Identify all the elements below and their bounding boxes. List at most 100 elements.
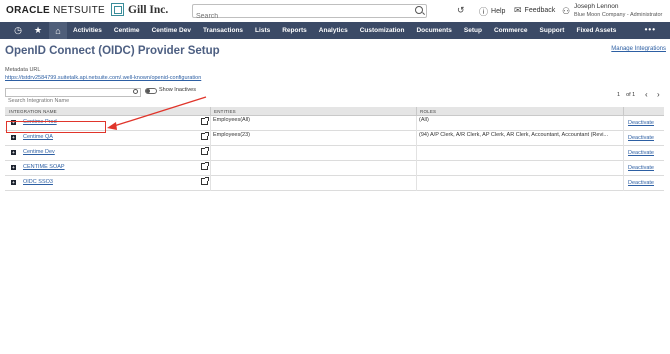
deactivate-link[interactable]: Deactivate: [628, 135, 654, 141]
show-inactives-toggle[interactable]: [145, 88, 157, 94]
pager-total: of 1: [626, 92, 636, 98]
main-nav: ◷ ★ ⌂ Activities Centime Centime Dev Tra…: [0, 22, 670, 39]
global-search[interactable]: [192, 4, 427, 23]
column-divider: [623, 116, 624, 131]
nav-item-activities[interactable]: Activities: [73, 27, 102, 34]
pager: 1 of 1: [617, 92, 635, 98]
roles-cell: (94) A/P Clerk, A/R Clerk, AP Clerk, AR …: [419, 132, 609, 138]
help-icon: ⓘ: [479, 7, 489, 17]
column-divider: [210, 131, 211, 146]
nav-menu: Activities Centime Centime Dev Transacti…: [73, 22, 628, 39]
column-divider: [623, 161, 624, 176]
history-icon[interactable]: ↺: [457, 5, 468, 16]
pager-current[interactable]: 1: [617, 92, 620, 98]
nav-item-commerce[interactable]: Commerce: [494, 27, 528, 34]
deactivate-link[interactable]: Deactivate: [628, 120, 654, 126]
column-divider: [416, 161, 417, 176]
integration-name-link[interactable]: OIDC SSO3: [23, 179, 53, 185]
nav-item-lists[interactable]: Lists: [255, 27, 270, 34]
more-menu-icon[interactable]: •••: [645, 25, 656, 34]
table-row: + Centime Dev Deactivate: [5, 146, 664, 161]
user-name: Joseph Lennon: [574, 3, 619, 10]
global-search-input[interactable]: [193, 10, 408, 23]
column-divider: [416, 146, 417, 161]
deactivate-link[interactable]: Deactivate: [628, 150, 654, 156]
nav-item-customization[interactable]: Customization: [360, 27, 405, 34]
integrations-table: INTEGRATION NAME ENTITIES ROLES + Centim…: [5, 107, 664, 191]
user-role: Blue Moon Company - Administrator: [574, 12, 663, 18]
deactivate-link[interactable]: Deactivate: [628, 180, 654, 186]
column-divider: [210, 107, 211, 116]
nav-item-transactions[interactable]: Transactions: [203, 27, 243, 34]
nav-item-fixed-assets[interactable]: Fixed Assets: [576, 27, 616, 34]
help-label: Help: [491, 8, 506, 15]
table-row: + Centime QA Employees(23) (94) A/P Cler…: [5, 131, 664, 146]
nav-item-support[interactable]: Support: [540, 27, 565, 34]
expand-icon[interactable]: +: [11, 150, 16, 155]
show-inactives-label: Show Inactives: [159, 87, 196, 93]
integration-name-link[interactable]: CENTIME SOAP: [23, 164, 65, 170]
annotation-highlight-box: [6, 121, 106, 133]
column-divider: [416, 116, 417, 131]
column-divider: [623, 176, 624, 191]
column-divider: [210, 146, 211, 161]
column-divider: [416, 176, 417, 191]
integration-search-input[interactable]: [6, 97, 131, 105]
logo-oracle-text: ORACLE: [6, 5, 51, 16]
integration-name-link[interactable]: Centime QA: [23, 134, 53, 140]
nav-item-analytics[interactable]: Analytics: [319, 27, 348, 34]
external-link-icon[interactable]: [201, 162, 209, 170]
col-header-roles[interactable]: ROLES: [420, 109, 436, 114]
expand-icon[interactable]: +: [11, 165, 16, 170]
nav-item-reports[interactable]: Reports: [282, 27, 307, 34]
column-divider: [623, 107, 624, 116]
table-row: + CENTIME SOAP Deactivate: [5, 161, 664, 176]
nav-item-setup[interactable]: Setup: [464, 27, 482, 34]
feedback-icon: ✉: [514, 5, 522, 15]
star-icon[interactable]: ★: [29, 22, 47, 39]
column-divider: [210, 116, 211, 131]
external-link-icon[interactable]: [201, 177, 209, 185]
column-divider: [210, 161, 211, 176]
integration-name-link[interactable]: Centime Dev: [23, 149, 55, 155]
nav-item-centime[interactable]: Centime: [114, 27, 140, 34]
search-icon[interactable]: [415, 6, 423, 14]
logo-netsuite-text: NETSUITE: [50, 5, 105, 16]
entities-cell: Employees(23): [213, 132, 250, 138]
feedback-button[interactable]: ✉ Feedback: [514, 5, 555, 16]
column-divider: [210, 176, 211, 191]
metadata-url-link[interactable]: https://tstdrv2584799.suitetalk.api.nets…: [5, 75, 201, 81]
expand-icon[interactable]: +: [11, 135, 16, 140]
home-icon[interactable]: ⌂: [49, 22, 67, 39]
company-name: Gill Inc.: [128, 3, 169, 16]
top-bar: ORACLE NETSUITE Gill Inc. ↺ ⓘHelp ✉Feedb…: [0, 0, 670, 23]
user-icon: ⚇: [562, 6, 571, 16]
external-link-icon[interactable]: [201, 117, 209, 125]
company-logo-icon: [111, 3, 124, 16]
table-header: INTEGRATION NAME ENTITIES ROLES: [5, 107, 664, 116]
help-button[interactable]: ⓘ Help: [479, 5, 505, 18]
roles-cell: (All): [419, 117, 429, 123]
prev-page-icon[interactable]: ‹: [645, 90, 648, 99]
search-icon[interactable]: [133, 89, 138, 94]
col-header-entities[interactable]: ENTITIES: [214, 109, 236, 114]
metadata-url-label: Metadata URL: [5, 67, 41, 73]
col-header-integration-name[interactable]: INTEGRATION NAME: [9, 109, 57, 114]
integration-search[interactable]: [5, 88, 141, 105]
entities-cell: Employees(All): [213, 117, 250, 123]
nav-item-centime-dev[interactable]: Centime Dev: [152, 27, 191, 34]
external-link-icon[interactable]: [201, 147, 209, 155]
table-row: + OIDC SSO3 Deactivate: [5, 176, 664, 191]
external-link-icon[interactable]: [201, 132, 209, 140]
manage-integrations-link[interactable]: Manage Integrations: [611, 46, 666, 52]
column-divider: [623, 146, 624, 161]
column-divider: [623, 131, 624, 146]
nav-item-documents[interactable]: Documents: [416, 27, 451, 34]
netsuite-logo[interactable]: ORACLE NETSUITE: [6, 5, 105, 16]
column-divider: [416, 131, 417, 146]
expand-icon[interactable]: +: [11, 180, 16, 185]
deactivate-link[interactable]: Deactivate: [628, 165, 654, 171]
recent-icon[interactable]: ◷: [9, 22, 27, 39]
next-page-icon[interactable]: ›: [657, 90, 660, 99]
feedback-label: Feedback: [524, 7, 556, 14]
